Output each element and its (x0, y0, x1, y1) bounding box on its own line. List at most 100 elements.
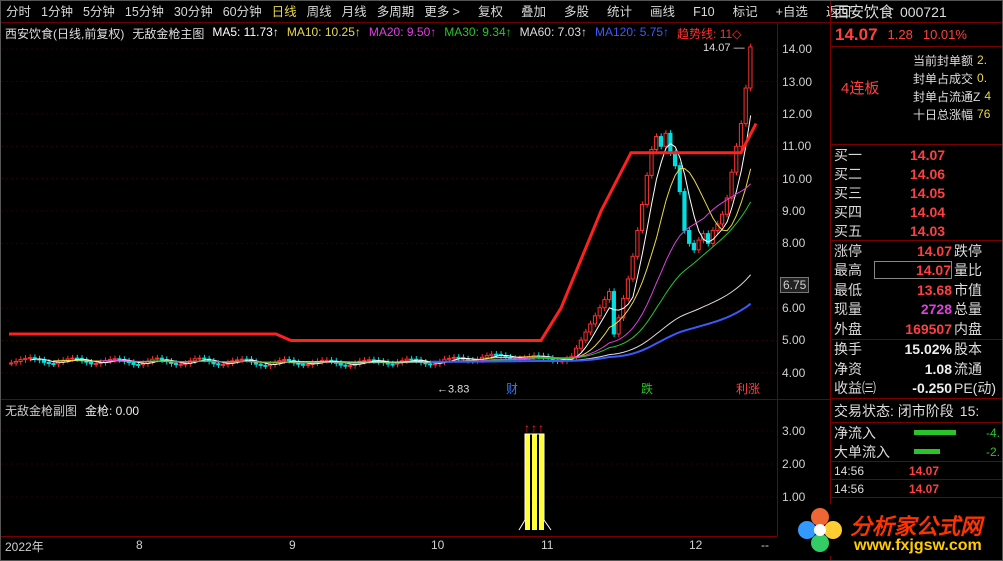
toolbar-item-6[interactable]: 日线 (267, 1, 302, 23)
stock-name: 西安饮食 (834, 1, 894, 22)
flower-logo-icon (794, 504, 846, 556)
stat-label: 现量 (834, 299, 874, 319)
toolbar-right-item-3[interactable]: 统计 (602, 1, 637, 23)
price-tick: 10.00 (782, 172, 812, 186)
trade-time: 15: (960, 403, 979, 419)
price-tick: 4.00 (782, 366, 805, 380)
toolbar-right-item-4[interactable]: 画线 (645, 1, 680, 23)
toolbar-right-item-6[interactable]: 标记 (728, 1, 763, 23)
stat2-value: -0.250 (886, 380, 952, 396)
stat2-label-2: PE(动) (954, 378, 996, 398)
seal-value: 76 (977, 107, 990, 121)
tick-time: 14:56 (834, 482, 909, 496)
stat-label: 外盘 (834, 319, 874, 339)
bid-row-2[interactable]: 买三 14.05 (831, 183, 1002, 202)
event-marker-1[interactable]: 跌 (641, 381, 653, 396)
flow-row-1: 大单流入 -2. (831, 442, 1002, 461)
price-tick: 11.00 (782, 139, 811, 153)
stat-label: 涨停 (834, 241, 874, 261)
stat2-label: 收益㈢ (834, 378, 886, 398)
bid-row-3[interactable]: 买四 14.04 (831, 202, 1002, 221)
flow-value: -2. (986, 445, 1000, 459)
ma-value-6: 趋势线: 11◇ (677, 25, 741, 42)
low-price-label: ←3.83 (437, 383, 469, 395)
bid-label: 买一 (834, 145, 874, 165)
sub-chart[interactable]: 无敌金枪副图 金枪: 0.00 ↑ ↑ ↑ (1, 399, 777, 536)
toolbar-item-10[interactable]: 更多 > (419, 1, 465, 23)
flow-row-0: 净流入 -4. (831, 423, 1002, 442)
bid-row-0[interactable]: 买一 14.07 (831, 145, 1002, 164)
price-pct: 10.01% (923, 27, 967, 42)
bid-row-4[interactable]: 买五 14.03 (831, 221, 1002, 240)
toolbar-right-item-7[interactable]: +自选 (771, 1, 813, 23)
stat-label-2: 量比 (954, 260, 982, 280)
price-tick: 13.00 (782, 75, 812, 89)
quote-panel: 西安饮食 000721 14.07 1.28 10.01% 4连板 当前封单额 2. 封单占成交… (830, 1, 1002, 560)
stat2-value: 1.08 (886, 361, 952, 377)
bid-price: 14.05 (910, 185, 980, 201)
svg-text:↑: ↑ (538, 421, 544, 435)
event-marker-2[interactable]: 利涨 (736, 381, 760, 396)
toolbar-right-item-2[interactable]: 多股 (559, 1, 594, 23)
sub-indicator-plot: ↑ ↑ ↑ (1, 400, 777, 537)
ma-value-5: MA120: 5.75↑ (595, 25, 669, 42)
stat-value: 14.07 (874, 243, 952, 259)
watermark-logo: 分析家公式网 www.fxjgsw.com (794, 504, 994, 556)
toolbar-item-5[interactable]: 60分钟 (218, 1, 267, 23)
main-chart-header: 西安饮食(日线,前复权) 无敌金枪主图 MA5: 11.73↑ MA10: 10.25… (5, 25, 741, 42)
seal-label: 当前封单额 (913, 52, 973, 69)
toolbar-item-9[interactable]: 多周期 (372, 1, 420, 23)
date-tick: 9 (289, 538, 296, 552)
candles (10, 44, 753, 369)
sub-indicator-name: 无敌金枪副图 (5, 402, 77, 419)
seal-row-3: 十日总涨幅 76 (913, 105, 990, 123)
toolbar-item-7[interactable]: 周线 (302, 1, 337, 23)
stat2-label: 净资 (834, 359, 886, 379)
event-marker-0[interactable]: 财 (506, 382, 518, 396)
bid-row-1[interactable]: 买二 14.06 (831, 164, 1002, 183)
tick-time: 14:56 (834, 464, 909, 478)
seal-label: 十日总涨幅 (913, 106, 973, 123)
price-tick: 6.75 (780, 277, 809, 293)
stat-row-2: 最低 13.68 市值 (831, 280, 1002, 300)
stat-value: 13.68 (874, 282, 952, 298)
toolbar-item-1[interactable]: 1分钟 (36, 1, 78, 23)
tick-price: 14.07 (909, 482, 939, 496)
candlestick-plot[interactable]: 14.07 — ←3.83 财 跌 利涨 (1, 23, 777, 399)
toolbar-item-4[interactable]: 30分钟 (169, 1, 218, 23)
stats2-block: 换手 15.02% 股本 净资 1.08 流通 收益㈢ -0.250 PE(动) (831, 340, 1002, 400)
seal-label: 封单占流通Z (913, 88, 980, 105)
signal-bars: ↑ ↑ ↑ (524, 421, 544, 530)
sub-tick: 3.00 (782, 424, 805, 438)
bid-price: 14.06 (910, 166, 980, 182)
seal-value: 2. (977, 53, 987, 67)
trade-state-row: 交易状态: 闭市阶段 15: (831, 399, 1002, 423)
stat2-label: 换手 (834, 339, 886, 359)
date-tick: 2022年 (5, 538, 44, 555)
seal-info-block: 4连板 当前封单额 2. 封单占成交 0. 封单占流通Z 4 十日总涨幅 76 (831, 47, 1002, 145)
toolbar-item-3[interactable]: 15分钟 (120, 1, 169, 23)
toolbar-right-item-0[interactable]: 复权 (473, 1, 508, 23)
toolbar-right-item-1[interactable]: 叠加 (516, 1, 551, 23)
ma-value-3: MA30: 9.34↑ (444, 25, 511, 42)
high-price-label: 14.07 — (703, 42, 745, 54)
stock-title: 西安饮食(日线,前复权) (5, 25, 124, 42)
toolbar-item-8[interactable]: 月线 (337, 1, 372, 23)
tick-row-1: 14:56 14.07 (831, 480, 1002, 498)
toolbar-item-0[interactable]: 分时 (1, 1, 36, 23)
main-chart[interactable]: 西安饮食(日线,前复权) 无敌金枪主图 MA5: 11.73↑ MA10: 10.25… (1, 23, 777, 399)
stat-label: 最高 (834, 260, 874, 280)
toolbar-item-2[interactable]: 5分钟 (78, 1, 120, 23)
stats-block: 涨停 14.07 跌停 最高 14.07 量比 最低 13.68 市值 现量 2728 总量 外盘 169… (831, 241, 1002, 340)
stat-row-1: 最高 14.07 量比 (831, 261, 1002, 281)
seal-value: 4 (984, 89, 991, 103)
sub-chart-header: 无敌金枪副图 金枪: 0.00 (5, 402, 139, 419)
stock-app: 分时 1分钟 5分钟 15分钟 30分钟 60分钟 日线 周线 月线 多周期 更多 > 复权 叠加 多股统… (0, 0, 1003, 561)
toolbar-right-item-5[interactable]: F10 (688, 1, 720, 23)
seal-value: 0. (977, 71, 987, 85)
price-tick: 12.00 (782, 107, 812, 121)
watermark-url: www.fxjgsw.com (854, 537, 982, 555)
stat2-value: 15.02% (886, 341, 952, 357)
price-tick: 9.00 (782, 204, 805, 218)
stat2-row-2: 收益㈢ -0.250 PE(动) (831, 379, 1002, 399)
